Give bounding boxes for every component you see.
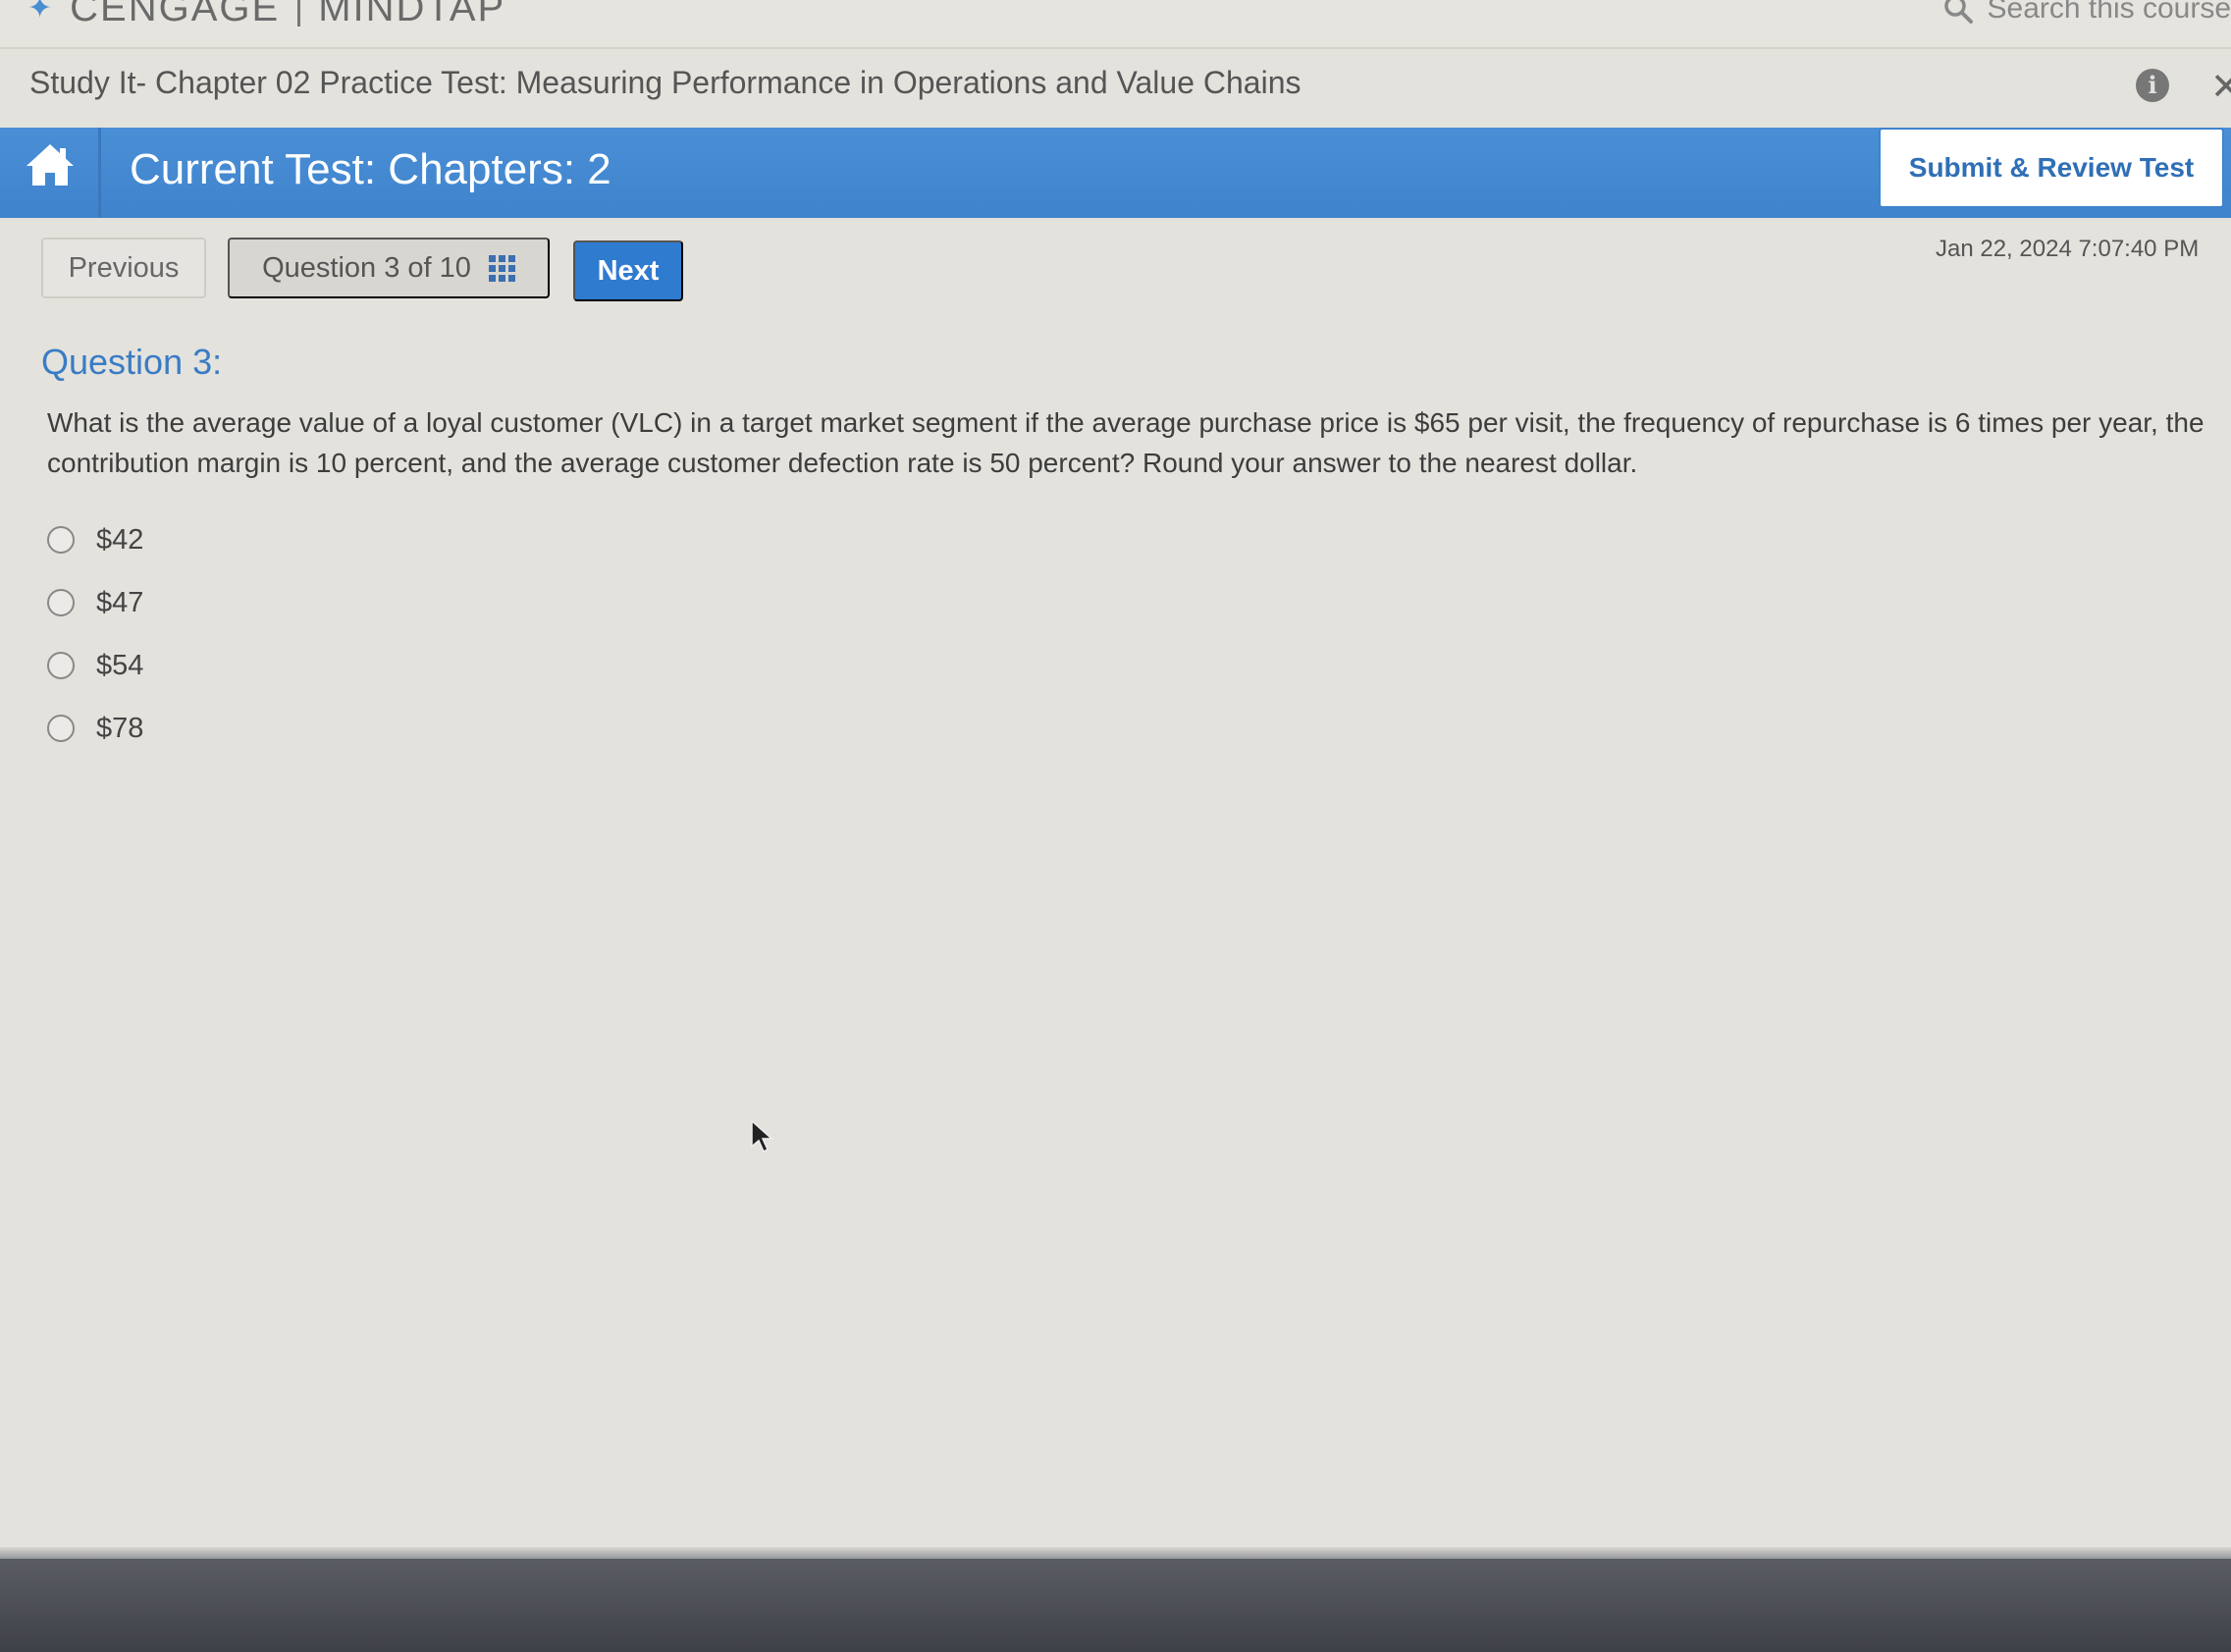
brand-bar: ✦ CENGAGE MINDTAP Search this course <box>0 0 2231 49</box>
question-heading: Question 3: <box>41 342 223 382</box>
answer-option-label: $42 <box>96 523 144 556</box>
search-icon[interactable] <box>1942 0 1974 25</box>
timestamp: Jan 22, 2024 7:07:40 PM <box>1936 236 2200 262</box>
brand-logo[interactable]: ✦ CENGAGE MINDTAP <box>27 0 505 30</box>
next-button[interactable]: Next <box>573 240 683 301</box>
question-selector-label: Question 3 of 10 <box>262 251 471 284</box>
answer-option-label: $54 <box>96 649 144 681</box>
course-title-bar: Study It- Chapter 02 Practice Test: Meas… <box>0 51 2231 128</box>
answer-option[interactable]: $47 <box>47 571 143 634</box>
question-selector-button[interactable]: Question 3 of 10 <box>228 238 550 298</box>
answer-option[interactable]: $54 <box>47 634 143 697</box>
home-icon <box>27 144 74 186</box>
submit-review-button[interactable]: Submit & Review Test <box>1879 128 2224 208</box>
test-header: Current Test: Chapters: 2 Submit & Revie… <box>0 128 2231 218</box>
close-icon[interactable]: ✕ <box>2210 65 2231 109</box>
brand-logo-icon: ✦ <box>27 0 53 25</box>
header-divider <box>98 128 101 218</box>
brand-separator <box>297 0 301 27</box>
current-test-title: Current Test: Chapters: 2 <box>130 145 611 193</box>
grid-icon <box>488 254 515 282</box>
home-button[interactable] <box>18 133 82 196</box>
answer-option[interactable]: $78 <box>47 697 143 760</box>
brand-name-mindtap: MINDTAP <box>318 0 506 29</box>
radio-button[interactable] <box>47 526 75 554</box>
answer-options: $42 $47 $54 $78 <box>47 508 143 760</box>
mouse-cursor-icon <box>751 1119 773 1153</box>
search-input[interactable]: Search this course <box>1988 0 2231 26</box>
answer-option-label: $78 <box>96 712 144 744</box>
answer-option[interactable]: $42 <box>47 508 143 571</box>
search-box[interactable]: Search this course <box>1942 0 2231 26</box>
brand-name-cengage: CENGAGE <box>70 0 281 29</box>
question-text: What is the average value of a loyal cus… <box>47 407 2204 478</box>
previous-button[interactable]: Previous <box>41 238 206 298</box>
radio-button[interactable] <box>47 715 75 742</box>
course-title: Study It- Chapter 02 Practice Test: Meas… <box>29 65 1301 100</box>
answer-option-label: $47 <box>96 586 144 618</box>
info-icon[interactable]: i <box>2136 69 2169 102</box>
radio-button[interactable] <box>47 652 75 679</box>
monitor-bezel <box>0 1559 2231 1652</box>
radio-button[interactable] <box>47 589 75 616</box>
